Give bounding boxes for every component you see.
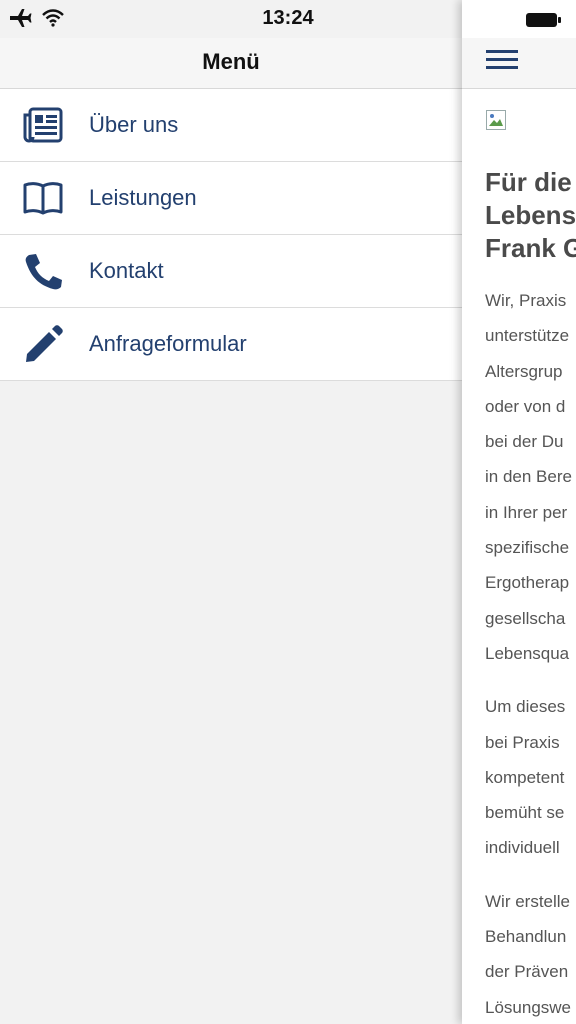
menu-title: Menü [202,49,260,74]
page-heading: Für die Lebens Frank G [485,167,576,263]
hamburger-menu-icon[interactable] [486,46,518,74]
menu-header: Menü [0,38,462,89]
menu-item-label: Kontakt [89,258,164,283]
content-panel[interactable]: Für die Lebens Frank G Wir, Praxis unter… [462,0,576,1024]
menu-item-label: Anfrageformular [89,331,247,356]
panel-header [462,38,576,89]
status-bar: 13:24 [0,0,576,38]
menu-item-label: Leistungen [89,185,197,210]
broken-image-icon [486,110,506,130]
menu-item-anfrageformular[interactable]: Anfrageformular [0,308,462,381]
status-time: 13:24 [262,7,314,29]
menu-item-label: Über uns [89,112,179,137]
menu-item-leistungen[interactable]: Leistungen [0,162,462,235]
menu-item-kontakt[interactable]: Kontakt [0,235,462,308]
battery-icon [526,12,562,28]
menu-item-ueber-uns[interactable]: Über uns [0,89,462,162]
side-menu: Menü Über uns Leistungen Kontakt Anfrage… [0,0,462,1024]
book-icon [21,176,65,220]
paragraph-2: Um dieses bei Praxis kompetent bemüht se… [485,697,566,858]
pencil-icon [21,322,65,366]
paragraph-1: Wir, Praxis unterstütze Altersgrup oder … [485,291,572,663]
paragraph-3: Wir erstelle Behandlun der Präven Lösung… [485,891,572,1017]
menu-list: Über uns Leistungen Kontakt Anfrageformu… [0,89,462,381]
content-area: Für die Lebens Frank G Wir, Praxis unter… [485,166,576,1024]
phone-icon [21,249,65,293]
newspaper-icon [21,103,65,147]
